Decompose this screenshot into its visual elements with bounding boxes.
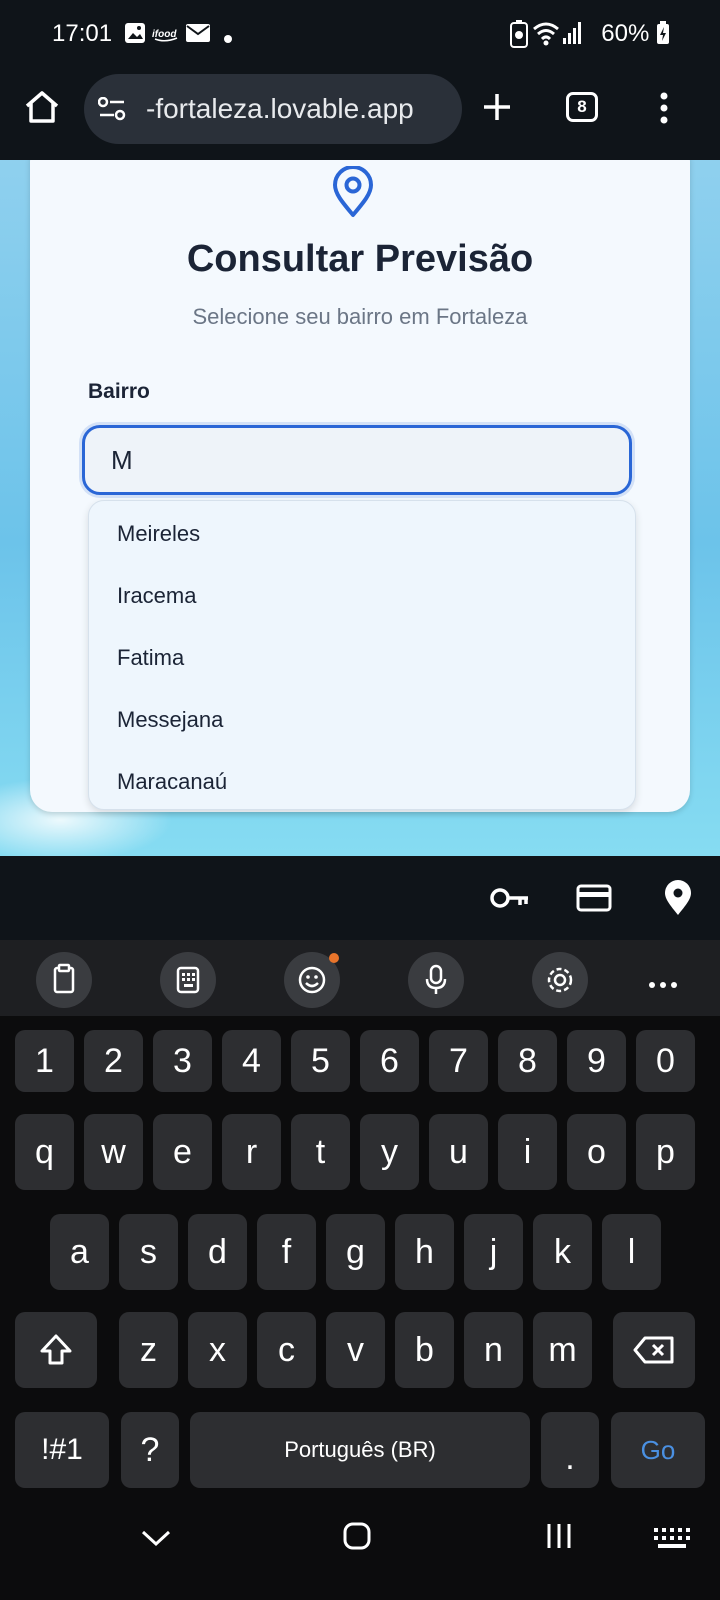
- back-chevron-icon[interactable]: [140, 1528, 172, 1553]
- autofill-bar: [0, 856, 720, 940]
- key[interactable]: y: [360, 1114, 419, 1190]
- key[interactable]: m: [533, 1312, 592, 1388]
- key[interactable]: 0: [636, 1030, 695, 1092]
- key[interactable]: 3: [153, 1030, 212, 1092]
- mail-notification-icon: [186, 24, 210, 47]
- key[interactable]: k: [533, 1214, 592, 1290]
- keyboard-mode-icon[interactable]: [160, 952, 216, 1008]
- key[interactable]: 2: [84, 1030, 143, 1092]
- site-settings-icon[interactable]: [97, 96, 126, 126]
- web-page: Consultar Previsão Selecione seu bairro …: [0, 160, 720, 856]
- suggestion-item[interactable]: Meireles: [117, 521, 200, 547]
- key[interactable]: p: [636, 1114, 695, 1190]
- key[interactable]: 1: [15, 1030, 74, 1092]
- recents-icon[interactable]: [546, 1522, 572, 1555]
- key[interactable]: u: [429, 1114, 488, 1190]
- key[interactable]: x: [188, 1312, 247, 1388]
- key[interactable]: w: [84, 1114, 143, 1190]
- page-title: Consultar Previsão: [186, 238, 534, 280]
- suggestion-item[interactable]: Iracema: [117, 583, 196, 609]
- url-bar[interactable]: -fortaleza.lovable.app: [84, 74, 462, 144]
- key[interactable]: v: [326, 1312, 385, 1388]
- key[interactable]: 4: [222, 1030, 281, 1092]
- space-key[interactable]: Português (BR): [190, 1412, 530, 1488]
- suggestion-item[interactable]: Messejana: [117, 707, 223, 733]
- key[interactable]: 8: [498, 1030, 557, 1092]
- go-key[interactable]: Go: [611, 1412, 705, 1488]
- backspace-icon: [633, 1336, 674, 1364]
- keyboard: 1 2 3 4 5 6 7 8 9 0 q w e r t y u i o p …: [0, 1016, 720, 1492]
- more-options-icon[interactable]: [660, 92, 668, 129]
- key[interactable]: j: [464, 1214, 523, 1290]
- key[interactable]: f: [257, 1214, 316, 1290]
- more-notifications-dot-icon: [224, 30, 232, 48]
- system-nav-bar: [0, 1492, 720, 1600]
- passwords-key-icon[interactable]: [490, 886, 530, 915]
- key[interactable]: s: [119, 1214, 178, 1290]
- shift-arrow-icon: [40, 1334, 72, 1365]
- key[interactable]: c: [257, 1312, 316, 1388]
- microphone-icon[interactable]: [408, 952, 464, 1008]
- period-key[interactable]: .: [541, 1412, 599, 1488]
- key[interactable]: z: [119, 1312, 178, 1388]
- battery-charging-icon: [657, 21, 669, 44]
- key[interactable]: 6: [360, 1030, 419, 1092]
- key[interactable]: a: [50, 1214, 109, 1290]
- wifi-icon: [532, 20, 560, 51]
- key[interactable]: b: [395, 1312, 454, 1388]
- battery-percentage: 60%: [601, 20, 670, 48]
- map-pin-icon: [331, 165, 375, 223]
- home-icon[interactable]: [24, 90, 60, 129]
- key[interactable]: e: [153, 1114, 212, 1190]
- tab-count: 8: [577, 97, 587, 116]
- key[interactable]: 7: [429, 1030, 488, 1092]
- clipboard-icon[interactable]: [36, 952, 92, 1008]
- suggestion-item[interactable]: Maracanaú: [117, 769, 227, 795]
- key[interactable]: i: [498, 1114, 557, 1190]
- symbols-key[interactable]: !#1: [15, 1412, 109, 1488]
- backspace-key[interactable]: [613, 1312, 695, 1388]
- keyboard-hide-icon[interactable]: [654, 1528, 690, 1555]
- settings-gear-icon[interactable]: [532, 952, 588, 1008]
- bairro-label: Bairro: [88, 380, 150, 403]
- key[interactable]: n: [464, 1312, 523, 1388]
- signal-icon: [562, 20, 582, 51]
- tab-switcher-button[interactable]: 8: [566, 92, 598, 122]
- address-pin-icon[interactable]: [664, 880, 692, 921]
- key[interactable]: d: [188, 1214, 247, 1290]
- status-time: 17:01: [52, 20, 113, 47]
- svg-text:ifood: ifood: [152, 29, 177, 40]
- key[interactable]: t: [291, 1114, 350, 1190]
- browser-toolbar: -fortaleza.lovable.app 8: [0, 70, 720, 160]
- home-button-icon[interactable]: [343, 1522, 371, 1555]
- suggestion-item[interactable]: Fatima: [117, 645, 184, 671]
- payment-card-icon[interactable]: [576, 884, 612, 917]
- battery-saver-icon: [510, 20, 528, 53]
- emoji-icon[interactable]: [284, 952, 340, 1008]
- key[interactable]: q: [15, 1114, 74, 1190]
- question-key[interactable]: ?: [121, 1412, 179, 1488]
- keyboard-toolbar: [0, 940, 720, 1016]
- key[interactable]: h: [395, 1214, 454, 1290]
- bairro-input[interactable]: M: [82, 425, 632, 495]
- key[interactable]: o: [567, 1114, 626, 1190]
- key[interactable]: g: [326, 1214, 385, 1290]
- bairro-input-value: M: [111, 444, 133, 475]
- key[interactable]: r: [222, 1114, 281, 1190]
- page-subtitle: Selecione seu bairro em Fortaleza: [192, 304, 528, 329]
- gallery-notification-icon: [124, 22, 146, 49]
- suggestions-dropdown: Meireles Iracema Fatima Messejana Maraca…: [88, 500, 636, 810]
- shift-key[interactable]: [15, 1312, 97, 1388]
- key[interactable]: 9: [567, 1030, 626, 1092]
- new-tab-icon[interactable]: [482, 92, 512, 127]
- url-text: -fortaleza.lovable.app: [146, 93, 414, 124]
- key[interactable]: l: [602, 1214, 661, 1290]
- more-tools-icon[interactable]: [648, 976, 678, 994]
- status-bar: 17:01 ifood 60%: [0, 0, 720, 70]
- key[interactable]: 5: [291, 1030, 350, 1092]
- ifood-notification-icon: ifood: [152, 26, 180, 47]
